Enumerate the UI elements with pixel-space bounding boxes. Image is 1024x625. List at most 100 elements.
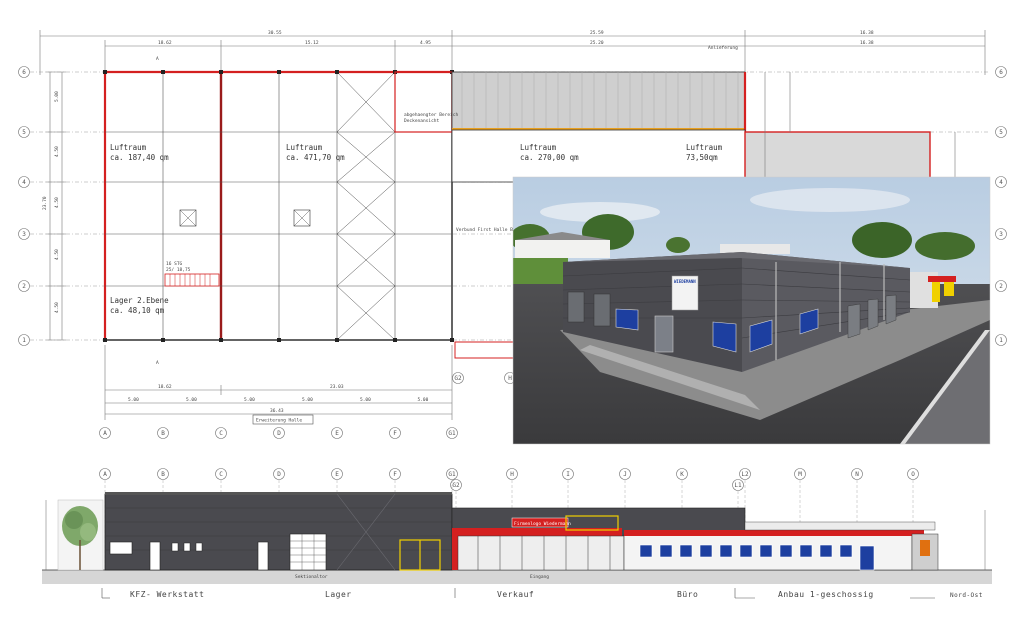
- section-mark-bottom: A: [156, 360, 159, 366]
- elevation-grid-bubble: J: [619, 468, 631, 480]
- elevation-grid-bubble: D: [273, 468, 285, 480]
- elevation-grid-bubble: L2: [739, 468, 751, 480]
- tree-elevation: [57, 499, 104, 571]
- elevation-grid-bubble-label: G1: [448, 471, 456, 478]
- grid-row-bubble: 2: [995, 280, 1007, 292]
- dim-top-1: 30.55: [268, 30, 282, 36]
- bay-dim-text: 5.00: [360, 397, 371, 403]
- grid-row-bubble: 5: [18, 126, 30, 138]
- elevation-grid-bubble-label: E: [335, 471, 339, 478]
- grid-col-bubble-label: A: [103, 430, 107, 437]
- grid-row-bubble-label: 1: [999, 337, 1003, 344]
- zone-label: Verkauf: [497, 590, 534, 599]
- left-dim-text: 5.00: [54, 91, 60, 102]
- grid-row-bubble-label: 5: [999, 129, 1003, 136]
- elevation-grid-bubble: B: [157, 468, 169, 480]
- bay-dim-text: 5.00: [128, 397, 139, 403]
- garage-door: [567, 291, 585, 323]
- abgehaengt-label-1: abgehaengter Bereich: [404, 112, 458, 118]
- grid-row-bubble: 4: [995, 176, 1007, 188]
- elevation-grid-bubble-label: D: [277, 471, 281, 478]
- background-house: [515, 240, 610, 258]
- dim-second-2: 15.12: [305, 40, 319, 46]
- dim-anlieferung: Anlieferung: [708, 45, 738, 51]
- elevation-grid-bubble: O: [907, 468, 919, 480]
- grid-col-bubble-label: D: [277, 430, 281, 437]
- elev-sub-label-2: Eingang: [530, 574, 549, 580]
- door: [257, 541, 269, 571]
- left-dimension-texts: 5.00 4.50 4.50 4.50 4.50 23.70: [42, 91, 60, 313]
- garage-door: [593, 293, 611, 327]
- dim-bottom-1: 18.62: [158, 384, 172, 390]
- elevation-grid-bubble-label: K: [680, 471, 684, 478]
- room-1-name: Luftraum: [110, 143, 147, 152]
- office-window: [799, 544, 813, 558]
- elevation-grid-bubble-label: A: [103, 471, 107, 478]
- elevation-grid-bubble: H: [506, 468, 518, 480]
- grid-col-bubble-label: H: [508, 375, 512, 382]
- room-3-name: Luftraum: [520, 143, 557, 152]
- office-window: [719, 544, 733, 558]
- grid-col-bubble: F: [389, 427, 401, 439]
- elevation-grid-bubble: E: [331, 468, 343, 480]
- office-window: [659, 544, 673, 558]
- office-window: [819, 544, 833, 558]
- section-mark-top: A: [156, 56, 159, 62]
- room-3-area: ca. 270,00 qm: [520, 153, 579, 162]
- grid-row-bubble-label: 6: [22, 69, 26, 76]
- office-red-fascia: [624, 530, 924, 536]
- grid-row-bubble: 3: [995, 228, 1007, 240]
- office-window: [679, 544, 693, 558]
- blue-window: [615, 308, 639, 331]
- left-dim-text: 4.50: [54, 302, 60, 313]
- grid-row-bubble-label: 1: [22, 337, 26, 344]
- elevation-grid-bubble-label: B: [161, 471, 165, 478]
- elevation-grid-bubble-label: F: [393, 471, 397, 478]
- dim-bottom-2: 23.03: [330, 384, 344, 390]
- grid-col-bubble: B: [157, 427, 169, 439]
- grid-row-bubble: 6: [995, 66, 1007, 78]
- grid-row-bubbles-right: 6 5 4 3 2 1: [995, 66, 1007, 346]
- entrance-door: [654, 315, 674, 353]
- grid-col-bubble-label: F: [393, 430, 397, 437]
- stair-label-1: 16 STG: [166, 261, 183, 267]
- elevation-grid-bubble-label: L1: [734, 482, 742, 489]
- elevation-grid-bubble: G1: [446, 468, 458, 480]
- elevation-grid-bubble: N: [851, 468, 863, 480]
- left-dim-text: 4.50: [54, 197, 60, 208]
- grid-col-bubble: G2: [452, 372, 464, 384]
- annex-east: [744, 131, 931, 183]
- room-4-name: Luftraum: [686, 143, 723, 152]
- office-window: [739, 544, 753, 558]
- grid-row-bubble-label: 4: [999, 179, 1003, 186]
- grid-col-bubble-label: G2: [454, 375, 462, 382]
- grid-row-bubble-label: 6: [999, 69, 1003, 76]
- grid-row-bubble: 6: [18, 66, 30, 78]
- red-fascia: [456, 528, 622, 536]
- elevation-grid-bubble-label: I: [566, 471, 570, 478]
- grid-row-bubble: 1: [18, 334, 30, 346]
- sectional-door: [289, 533, 327, 571]
- grid-row-bubble: 5: [995, 126, 1007, 138]
- building-photo: WIEDEMANN: [512, 176, 991, 445]
- elevation-grid-bubble-label: O: [911, 471, 915, 478]
- grid-col-bubble-label: E: [335, 430, 339, 437]
- office-window: [759, 544, 773, 558]
- room-2-name: Luftraum: [286, 143, 323, 152]
- left-dim-total: 23.70: [42, 196, 48, 210]
- dim-second-5: 16.38: [860, 40, 874, 46]
- room-4-area: 73,50qm: [686, 153, 718, 162]
- bay-dim-text: 5.00: [244, 397, 255, 403]
- elevation-grid-bubble: A: [99, 468, 111, 480]
- office-window: [639, 544, 653, 558]
- elevation-grid-bubble: M: [794, 468, 806, 480]
- sign-board-text: Firmenlogo Wiedermann: [514, 521, 571, 527]
- bay-dim-text: 5.00: [186, 397, 197, 403]
- elevation-grid-bubble-label: M: [798, 471, 802, 478]
- room-2-area: ca. 471,70 qm: [286, 153, 345, 162]
- dim-second-4: 25.20: [590, 40, 604, 46]
- company-sign-text: WIEDEMANN: [674, 279, 696, 284]
- abgehaengt-label-2: Deckenansicht: [404, 118, 440, 124]
- stair: [164, 273, 220, 287]
- grid-row-bubble-label: 5: [22, 129, 26, 136]
